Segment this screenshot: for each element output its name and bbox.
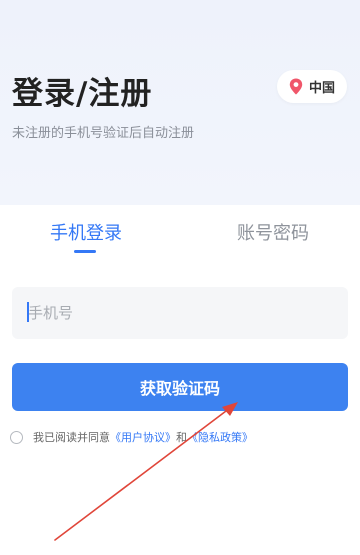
privacy-policy-link[interactable]: 《隐私政策》 bbox=[187, 429, 253, 445]
tab-phone-login[interactable]: 手机登录 bbox=[50, 219, 122, 245]
header-section: 登录/注册 未注册的手机号验证后自动注册 中国 bbox=[0, 0, 360, 205]
agreement-row: 我已阅读并同意 《用户协议》 和 《隐私政策》 bbox=[10, 428, 253, 446]
region-label: 中国 bbox=[308, 81, 335, 96]
region-selector[interactable]: 中国 bbox=[277, 70, 347, 103]
user-agreement-link[interactable]: 《用户协议》 bbox=[110, 429, 176, 445]
active-tab-indicator bbox=[74, 250, 96, 253]
get-verification-code-button[interactable]: 获取验证码 bbox=[12, 363, 348, 411]
page-subtitle: 未注册的手机号验证后自动注册 bbox=[12, 126, 195, 141]
location-pin-icon bbox=[289, 78, 303, 95]
login-screen: 登录/注册 未注册的手机号验证后自动注册 中国 手机登录 账号密码 获取验证码 … bbox=[0, 0, 360, 555]
page-title: 登录/注册 bbox=[12, 76, 153, 112]
login-tabs: 手机登录 账号密码 bbox=[0, 205, 360, 265]
agreement-prefix: 我已阅读并同意 bbox=[33, 431, 110, 444]
agreement-checkbox[interactable] bbox=[10, 430, 23, 444]
phone-number-input[interactable] bbox=[12, 287, 348, 339]
text-cursor bbox=[27, 302, 29, 322]
tab-account-password[interactable]: 账号密码 bbox=[237, 219, 309, 245]
agreement-conjunction: 和 bbox=[176, 431, 187, 444]
